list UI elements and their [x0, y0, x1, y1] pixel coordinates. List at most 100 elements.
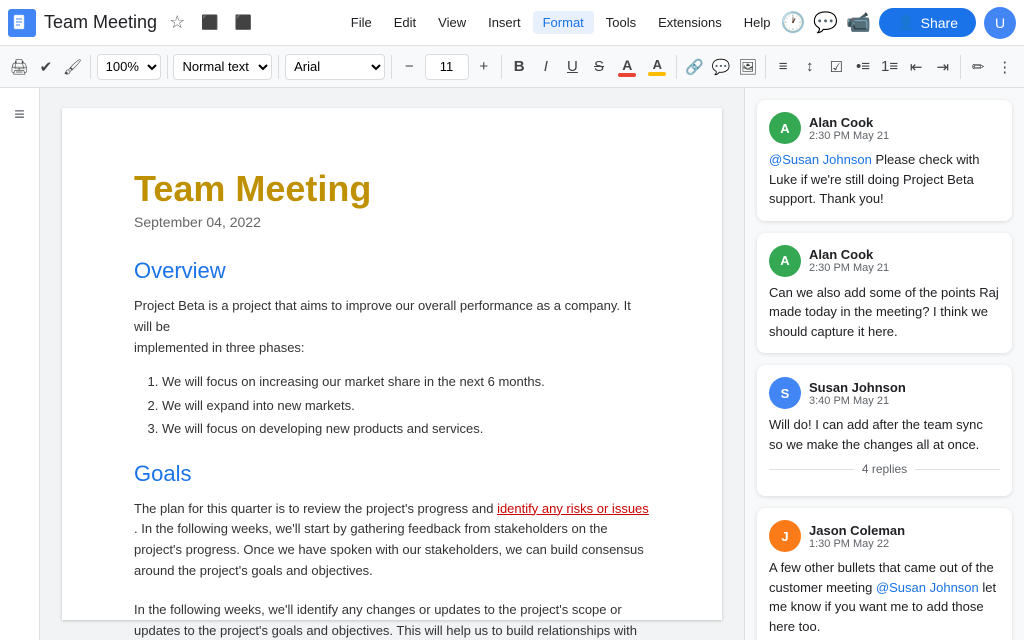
comment-meta-2: Alan Cook 2:30 PM May 21 [809, 247, 889, 274]
overview-heading: Overview [134, 258, 650, 284]
zoom-select[interactable]: 100% 75% 125% 150% [97, 54, 161, 80]
text-color-indicator [618, 73, 636, 77]
indent-more-button[interactable]: ⇥ [931, 53, 954, 81]
spellcheck-button[interactable]: ✔ [35, 53, 58, 81]
overview-body: Project Beta is a project that aims to i… [134, 296, 650, 358]
drive-icon[interactable]: ⬛ [231, 10, 256, 35]
comment-text-1: @Susan Johnson Please check with Luke if… [769, 150, 1000, 209]
font-size-input[interactable] [425, 54, 469, 80]
goals-heading: Goals [134, 461, 650, 487]
menu-file[interactable]: File [341, 11, 382, 34]
menu-extensions[interactable]: Extensions [648, 11, 732, 34]
doc-subtitle: September 04, 2022 [134, 214, 650, 230]
sidebar-toggle-button[interactable]: ≡ [6, 100, 34, 128]
share-icon: 👤 [897, 14, 914, 31]
list-item-2: We will expand into new markets. [162, 394, 650, 417]
list-item-3: We will focus on developing new products… [162, 417, 650, 440]
goals-highlight: identify any risks or issues [497, 501, 649, 516]
menu-edit[interactable]: Edit [384, 11, 426, 34]
comment-header-2: A Alan Cook 2:30 PM May 21 [769, 245, 1000, 277]
numbered-list-button[interactable]: 1≡ [878, 53, 901, 81]
font-select[interactable]: Arial Times New Roman Courier New [285, 54, 385, 80]
comment-author-3: Susan Johnson [809, 380, 906, 395]
comment-card-1: A Alan Cook 2:30 PM May 21 @Susan Johnso… [757, 100, 1012, 221]
comments-panel: A Alan Cook 2:30 PM May 21 @Susan Johnso… [744, 88, 1024, 640]
title-bar-right: 🕐 💬 📹 👤 Share U [780, 7, 1016, 39]
text-color-a: A [622, 57, 632, 73]
decrease-font-button[interactable]: − [398, 53, 421, 81]
highlight-color-a: A [653, 57, 662, 72]
align-button[interactable]: ≡ [772, 53, 795, 81]
docs-icon [8, 9, 36, 37]
print-button[interactable]: 🖨 [8, 53, 31, 81]
mode-button[interactable]: ✏ [967, 53, 990, 81]
strikethrough-button[interactable]: S [588, 53, 611, 81]
menu-insert[interactable]: Insert [478, 11, 531, 34]
comment-time-2: 2:30 PM May 21 [809, 262, 889, 274]
bold-button[interactable]: B [508, 53, 531, 81]
comment-author-1: Alan Cook [809, 115, 889, 130]
comment-time-1: 2:30 PM May 21 [809, 130, 889, 142]
document-area[interactable]: Team Meeting September 04, 2022 Overview… [40, 88, 744, 640]
comment-meta-3: Susan Johnson 3:40 PM May 21 [809, 380, 906, 407]
highlight-color-indicator [648, 72, 666, 76]
separator-3 [278, 55, 279, 79]
comment-author-2: Alan Cook [809, 247, 889, 262]
comment-time-3: 3:40 PM May 21 [809, 395, 906, 407]
replies-count[interactable]: 4 replies [862, 462, 907, 476]
star-icon[interactable]: ☆ [165, 8, 189, 37]
comment-meta-1: Alan Cook 2:30 PM May 21 [809, 115, 889, 142]
comment-mention-4[interactable]: @Susan Johnson [876, 580, 979, 595]
separator-2 [167, 55, 168, 79]
checklist-button[interactable]: ☑ [825, 53, 848, 81]
bullet-list-button[interactable]: •≡ [852, 53, 875, 81]
share-button[interactable]: 👤 Share [879, 8, 976, 37]
highlight-color-button[interactable]: A [644, 55, 670, 78]
comment-card-2: A Alan Cook 2:30 PM May 21 Can we also a… [757, 233, 1012, 354]
line-spacing-button[interactable]: ↕ [798, 53, 821, 81]
menu-help[interactable]: Help [734, 11, 781, 34]
comment-button[interactable]: 💬 [710, 53, 733, 81]
overview-body-text2: implemented in three phases: [134, 340, 305, 355]
title-bar-left: Team Meeting ☆ ⬛ ⬛ [8, 8, 341, 37]
comment-card-4: J Jason Coleman 1:30 PM May 22 A few oth… [757, 508, 1012, 640]
document-page: Team Meeting September 04, 2022 Overview… [62, 108, 722, 620]
move-icon[interactable]: ⬛ [197, 10, 222, 35]
comment-header-1: A Alan Cook 2:30 PM May 21 [769, 112, 1000, 144]
comment-author-4: Jason Coleman [809, 523, 905, 538]
separator-1 [90, 55, 91, 79]
comment-meta-4: Jason Coleman 1:30 PM May 22 [809, 523, 905, 550]
comment-avatar-1: A [769, 112, 801, 144]
italic-button[interactable]: I [535, 53, 558, 81]
doc-title: Team Meeting [134, 168, 650, 210]
separator-5 [501, 55, 502, 79]
comment-avatar-3: S [769, 377, 801, 409]
comments-icon[interactable]: 💬 [813, 10, 838, 35]
increase-font-button[interactable]: + [473, 53, 496, 81]
text-style-select[interactable]: Normal text Heading 1 Heading 2 Title [173, 54, 272, 80]
menu-tools[interactable]: Tools [596, 11, 646, 34]
text-color-button[interactable]: A [614, 55, 640, 79]
meet-icon[interactable]: 📹 [846, 10, 871, 35]
menu-view[interactable]: View [428, 11, 476, 34]
comment-time-4: 1:30 PM May 22 [809, 538, 905, 550]
comment-text-3: Will do! I can add after the team sync s… [769, 415, 1000, 454]
indent-less-button[interactable]: ⇤ [905, 53, 928, 81]
more-options-button[interactable]: ⋮ [994, 53, 1017, 81]
separator-6 [676, 55, 677, 79]
link-button[interactable]: 🔗 [683, 53, 706, 81]
replies-divider: 4 replies [769, 462, 1000, 476]
image-button[interactable]: 🖼 [736, 53, 759, 81]
user-avatar[interactable]: U [984, 7, 1016, 39]
comment-text-2: Can we also add some of the points Raj m… [769, 283, 1000, 342]
comment-history-icon[interactable]: 🕐 [780, 10, 805, 35]
comment-mention-1[interactable]: @Susan Johnson [769, 152, 872, 167]
comment-avatar-4: J [769, 520, 801, 552]
sidebar-toggle: ≡ [0, 88, 40, 640]
paint-format-button[interactable]: 🖌 [61, 53, 84, 81]
underline-button[interactable]: U [561, 53, 584, 81]
comment-avatar-2: A [769, 245, 801, 277]
separator-7 [765, 55, 766, 79]
menu-format[interactable]: Format [533, 11, 594, 34]
title-bar: Team Meeting ☆ ⬛ ⬛ File Edit View Insert… [0, 0, 1024, 46]
